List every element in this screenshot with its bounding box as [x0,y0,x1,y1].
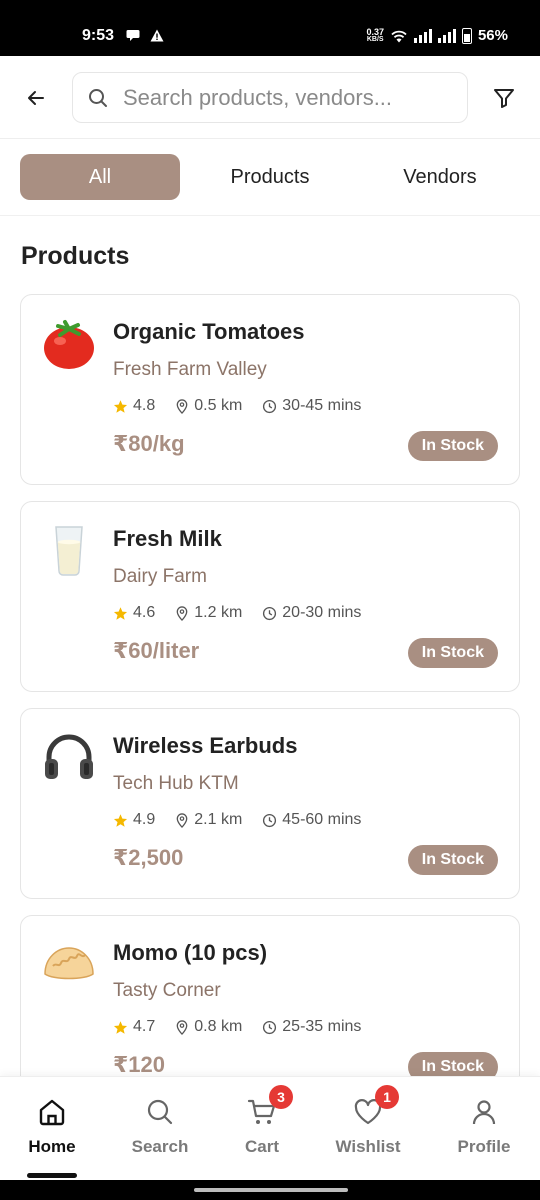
user-icon [472,1100,496,1125]
signal-icon-2 [437,28,456,43]
search-header [0,56,540,139]
product-meta: 4.9 2.1 km 45-60 mins [113,811,381,829]
product-card[interactable]: Organic Tomatoes Fresh Farm Valley 4.8 0… [20,294,520,485]
gesture-bar [0,1180,540,1200]
product-card[interactable]: Wireless Earbuds Tech Hub KTM 4.9 2.1 km… [20,708,520,899]
headphones-icon [45,734,93,779]
product-meta: 4.6 1.2 km 20-30 mins [113,604,381,622]
battery-icon [461,27,472,44]
tab-all[interactable]: All [20,154,180,200]
product-card[interactable]: Fresh Milk Dairy Farm 4.6 1.2 km 20-30 m… [20,501,520,692]
price: ₹60/liter [113,638,200,663]
search-icon [147,1099,173,1125]
notification-icons [126,29,164,42]
tab-products[interactable]: Products [190,154,350,200]
active-tab-indicator [27,1173,77,1178]
vendor-name: Tech Hub KTM [113,773,239,794]
rating: 4.7 [133,1018,156,1035]
filter-icon[interactable] [492,86,516,110]
clock-icon [263,399,277,413]
product-name: Wireless Earbuds [113,733,298,758]
nav-search[interactable]: Search [110,1095,210,1157]
clock-icon [263,1020,277,1034]
star-icon [113,606,128,620]
stock-badge: In Stock [407,431,498,461]
nav-label: Home [28,1137,76,1156]
vendor-name: Fresh Farm Valley [113,359,267,380]
tomato-icon [44,320,94,369]
battery-percent: 56% [477,27,508,44]
location-pin-icon [176,605,188,621]
delivery-time: 45-60 mins [282,811,362,828]
app-screen: 9:53 0.37 KB/S 56% All Products Vend [0,0,540,1200]
distance: 2.1 km [194,811,243,828]
warning-icon [150,29,164,42]
location-pin-icon [176,812,188,828]
filter-tabs: All Products Vendors [0,140,540,216]
status-right: 0.37 KB/S 56% [366,27,508,44]
dumpling-icon [44,947,94,980]
net-speed: 0.37 KB/S [366,26,384,43]
back-arrow-icon[interactable] [22,84,50,112]
home-icon [39,1099,65,1126]
product-name: Organic Tomatoes [113,319,305,344]
clock-icon [263,606,277,620]
delivery-time: 25-35 mins [282,1018,362,1035]
vendor-name: Tasty Corner [113,980,221,1001]
bottom-nav: Home Search 3 Cart 1 Wishlist Profile [0,1076,540,1180]
search-icon [89,89,107,107]
status-bar: 9:53 0.37 KB/S 56% [0,0,540,56]
star-icon [113,399,128,413]
product-name: Momo (10 pcs) [113,940,268,965]
price: ₹120 [113,1052,166,1077]
nav-home[interactable]: Home [2,1095,102,1157]
product-meta: 4.7 0.8 km 25-35 mins [113,1018,381,1036]
milk-glass-icon [55,526,83,576]
nav-label: Profile [457,1137,511,1156]
search-bar[interactable] [72,72,468,123]
location-pin-icon [176,1019,188,1035]
signal-icon [413,28,432,43]
product-name: Fresh Milk [113,526,222,551]
distance: 0.8 km [194,1018,243,1035]
rating: 4.6 [133,604,156,621]
rating: 4.9 [133,811,156,828]
price: ₹2,500 [113,845,184,870]
nav-label: Cart [244,1137,279,1156]
nav-wishlist[interactable]: 1 Wishlist [318,1085,418,1157]
wifi-icon [391,30,407,42]
rating: 4.8 [133,397,156,414]
delivery-time: 20-30 mins [282,604,362,621]
chat-bubble-icon [126,30,140,41]
nav-label: Wishlist [335,1137,401,1156]
stock-badge: In Stock [407,845,498,875]
distance: 1.2 km [194,604,243,621]
vendor-name: Dairy Farm [113,566,207,587]
stock-badge: In Stock [407,638,498,668]
status-time: 9:53 [82,27,115,44]
distance: 0.5 km [194,397,243,414]
clock-icon [263,813,277,827]
gesture-pill[interactable] [194,1188,348,1192]
nav-profile[interactable]: Profile [434,1095,534,1157]
nav-cart[interactable]: 3 Cart [212,1085,312,1157]
product-meta: 4.8 0.5 km 30-45 mins [113,397,381,415]
price: ₹80/kg [113,431,185,456]
delivery-time: 30-45 mins [282,397,362,414]
tab-vendors[interactable]: Vendors [360,154,520,200]
product-list: Organic Tomatoes Fresh Farm Valley 4.8 0… [20,294,520,1122]
cart-badge: 3 [269,1085,293,1109]
star-icon [113,813,128,827]
location-pin-icon [176,398,188,414]
section-title: Products [21,242,130,270]
search-input[interactable] [123,81,453,115]
nav-label: Search [131,1137,189,1156]
star-icon [113,1020,128,1034]
wishlist-badge: 1 [375,1085,399,1109]
